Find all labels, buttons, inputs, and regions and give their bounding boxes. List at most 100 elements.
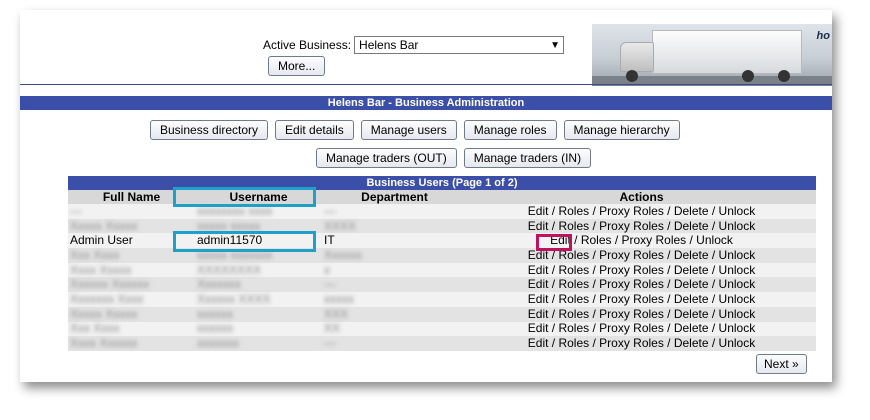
wheel — [742, 70, 754, 82]
row-actions-links[interactable]: Edit / Roles / Proxy Roles / Delete / Un… — [528, 204, 755, 218]
cell-department: Xxxxxx — [322, 248, 467, 263]
cell-full-name: Xxxx Xxxxx — [68, 262, 195, 278]
table-row[interactable]: Xxxx Xxxxxx xxxxxxx — Edit / Roles / Proxy … — [68, 336, 816, 351]
active-business-label: Active Business: — [263, 38, 352, 52]
row-actions-links[interactable]: / Roles / Proxy Roles / Unlock — [571, 233, 733, 247]
cell-username: xxxxxx — [195, 306, 322, 322]
cell-department: — — [322, 204, 467, 219]
cell-department-text: Xxxxxx — [324, 247, 363, 262]
business-directory-button[interactable]: Business directory — [150, 120, 269, 140]
cell-full-name-text: Xxx Xxxx — [70, 321, 120, 336]
cell-department-text: x — [324, 262, 330, 277]
cell-username-text: Xxxxxx XXXX — [197, 291, 271, 306]
active-business-select[interactable]: Helens Bar ▼ — [354, 36, 565, 54]
cell-actions: Edit / Roles / Proxy Roles / Delete / Un… — [467, 218, 816, 234]
brand-logo: ho — [816, 30, 830, 42]
cell-full-name-text: Xxx Xxxx — [70, 247, 120, 262]
row-actions-links[interactable]: Edit / Roles / Proxy Roles / Delete / Un… — [528, 263, 755, 277]
cell-username: Xxxxxxx — [195, 277, 322, 293]
table-body: — xxxxxxxx xxxx — Edit / Roles / Proxy Role… — [68, 204, 816, 351]
active-business-selector: Active Business: Helens Bar ▼ — [263, 36, 565, 54]
cell-department: — — [322, 336, 467, 351]
cell-full-name: Xxxxxx Xxxxxx — [68, 277, 195, 293]
manage-users-button[interactable]: Manage users — [360, 120, 457, 140]
row-actions-links[interactable]: Edit / Roles / Proxy Roles / Delete / Un… — [528, 336, 755, 350]
cell-actions: Edit / Roles / Proxy Roles / Unlock — [467, 233, 816, 249]
cell-department-text: — — [324, 277, 336, 292]
table-row[interactable]: Xxxxxxx Xxxx Xxxxxx XXXX xxxxx Edit / Roles… — [68, 292, 816, 307]
cell-full-name-text: — — [70, 203, 82, 218]
column-department[interactable]: Department — [322, 190, 467, 204]
cell-department: XXX — [322, 306, 467, 322]
table-row[interactable]: Xxxxx Xxxxx xxxxxx XXX Edit / Roles / Proxy… — [68, 306, 816, 322]
cell-actions: Edit / Roles / Proxy Roles / Delete / Un… — [467, 336, 816, 351]
next-page-button[interactable]: Next » — [756, 354, 807, 374]
cell-department: x — [322, 262, 467, 278]
row-actions-links[interactable]: Edit / Roles / Proxy Roles / Delete / Un… — [528, 219, 755, 233]
cell-department-text: xxxxx — [324, 291, 354, 306]
cell-username-text: XXXXXXXX — [197, 262, 262, 277]
cell-full-name-text: Xxxxx Xxxxx — [70, 306, 138, 321]
cell-department-text: XXXX — [324, 218, 357, 233]
admin-nav-row-2: Manage traders (OUT) Manage traders (IN) — [316, 148, 592, 168]
edit-link-highlight — [536, 234, 572, 251]
table-row[interactable]: Xxxx Xxxxx XXXXXXXX x Edit / Roles / Proxy … — [68, 262, 816, 278]
column-actions: Actions — [467, 190, 816, 204]
cell-department: — — [322, 277, 467, 293]
table-row[interactable]: Xxxxxx Xxxxxx Xxxxxxx — Edit / Roles / Prox… — [68, 277, 816, 293]
active-business-value: Helens Bar — [359, 38, 419, 52]
cell-full-name-text: Xxxx Xxxxxx — [70, 336, 138, 351]
manage-traders-in-button[interactable]: Manage traders (IN) — [463, 148, 592, 168]
row-actions-links[interactable]: Edit / Roles / Proxy Roles / Delete / Un… — [528, 292, 755, 306]
app-window: ho Active Business: Helens Bar ▼ More...… — [20, 10, 832, 382]
cell-username-text: xxxxxx — [197, 306, 233, 321]
cell-full-name: Xxx Xxxx — [68, 321, 195, 337]
truck-banner-image: ho — [592, 24, 832, 86]
wheel — [626, 70, 638, 82]
cell-full-name-text: Xxxxxx Xxxxxx — [70, 277, 150, 292]
cell-username-text: Xxxxxxx — [197, 277, 242, 292]
cell-actions: Edit / Roles / Proxy Roles / Delete / Un… — [467, 292, 816, 307]
cell-full-name-text: Xxxx Xxxxx — [70, 262, 132, 277]
row-actions-links[interactable]: Edit / Roles / Proxy Roles / Delete / Un… — [528, 277, 755, 291]
cell-department: xxxxx — [322, 292, 467, 307]
manage-hierarchy-button[interactable]: Manage hierarchy — [563, 120, 680, 140]
cell-department-text: XX — [324, 321, 341, 336]
cell-actions: Edit / Roles / Proxy Roles / Delete / Un… — [467, 262, 816, 278]
row-actions-links[interactable]: Edit / Roles / Proxy Roles / Delete / Un… — [528, 307, 755, 321]
edit-details-button[interactable]: Edit details — [275, 120, 354, 140]
cell-full-name-text: Xxxxx Xxxxx — [70, 218, 138, 233]
cell-full-name: Xxxxxxx Xxxx — [68, 292, 195, 307]
cell-full-name-text: Xxxxxxx Xxxx — [70, 291, 144, 306]
cell-actions: Edit / Roles / Proxy Roles / Delete / Un… — [467, 248, 816, 263]
cell-actions: Edit / Roles / Proxy Roles / Delete / Un… — [467, 306, 816, 322]
cell-actions: Edit / Roles / Proxy Roles / Delete / Un… — [467, 204, 816, 219]
cell-username: Xxxxxx XXXX — [195, 292, 322, 307]
header: ho Active Business: Helens Bar ▼ More... — [20, 10, 832, 86]
username-header-highlight — [173, 187, 316, 207]
cell-username-text: xxxxxx — [197, 321, 233, 336]
manage-traders-out-button[interactable]: Manage traders (OUT) — [316, 148, 457, 168]
cell-username-text: xxxxxxx — [197, 336, 239, 351]
trailer — [652, 30, 802, 74]
cell-full-name-text: Admin User — [70, 233, 133, 248]
cell-username: XXXXXXXX — [195, 262, 322, 278]
table-row[interactable]: Xxx Xxxx xxxxxx XX Edit / Roles / Proxy Rol… — [68, 321, 816, 337]
cell-username: xxxxxx — [195, 321, 322, 337]
cell-department: IT — [322, 233, 467, 249]
cell-username: xxxxxxx — [195, 336, 322, 351]
manage-roles-button[interactable]: Manage roles — [463, 120, 557, 140]
cell-department-text: — — [324, 336, 336, 351]
more-button[interactable]: More... — [268, 56, 326, 76]
page-title: Helens Bar - Business Administration — [20, 96, 832, 110]
cell-department: XXXX — [322, 218, 467, 234]
chevron-down-icon: ▼ — [550, 39, 561, 51]
cell-department: XX — [322, 321, 467, 337]
row-actions-links[interactable]: Edit / Roles / Proxy Roles / Delete / Un… — [528, 321, 755, 335]
truck-cab — [620, 42, 654, 72]
header-divider — [20, 84, 832, 85]
cell-actions: Edit / Roles / Proxy Roles / Delete / Un… — [467, 321, 816, 337]
cell-department-text: XXX — [324, 306, 349, 321]
cell-department-text: IT — [324, 233, 335, 248]
admin-nav-row-1: Business directory Edit details Manage u… — [150, 120, 680, 140]
